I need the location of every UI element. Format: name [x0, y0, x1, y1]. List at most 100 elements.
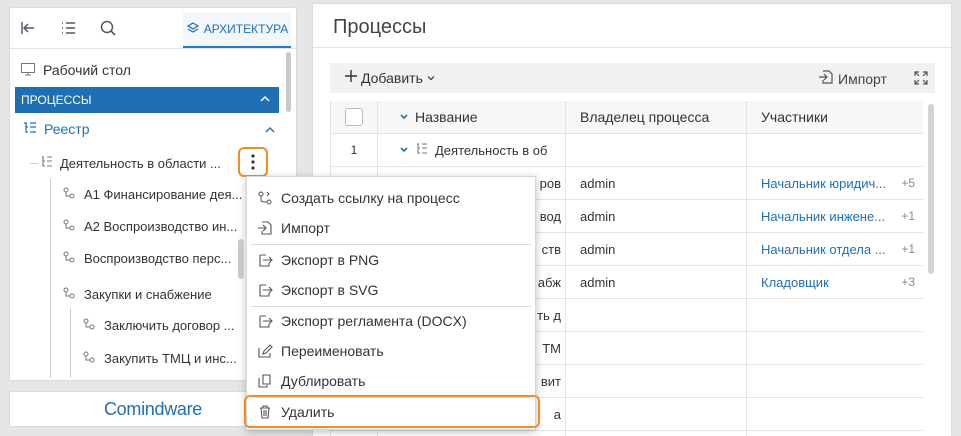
column-header-label: Участники	[761, 109, 828, 125]
menu-item-create-link[interactable]: Создать ссылку на процесс	[247, 183, 535, 213]
duplicate-icon	[257, 373, 273, 389]
collapse-left-icon[interactable]	[16, 16, 40, 40]
processes-header[interactable]: ПРОЦЕССЫ	[15, 87, 279, 113]
rename-icon	[257, 343, 273, 359]
menu-item-rename[interactable]: Переименовать	[247, 336, 535, 366]
export-icon	[257, 313, 273, 329]
row-participants: Начальник юридич... +5	[746, 167, 923, 199]
row-participants: Начальник отдела ... +1	[746, 233, 923, 265]
menu-item-label: Создать ссылку на процесс	[281, 190, 460, 206]
processes-header-label: ПРОЦЕССЫ	[21, 93, 92, 107]
import-button[interactable]: Импорт	[818, 69, 887, 88]
tree-item-label: Воспроизводство перс...	[84, 250, 232, 266]
table-row[interactable]: 1 Деятельность в об	[331, 134, 923, 167]
monitor-icon	[20, 61, 36, 80]
menu-item-export-docx[interactable]: Экспорт регламента (DOCX)	[247, 306, 535, 336]
add-button-label: Добавить	[361, 69, 423, 86]
column-header-participants[interactable]: Участники	[746, 101, 923, 133]
row-owner: admin	[580, 175, 616, 191]
search-icon[interactable]	[96, 16, 120, 40]
process-icon	[82, 350, 96, 367]
row-participants: Кладовщик +3	[746, 266, 923, 298]
more-participants-count[interactable]: +1	[901, 242, 915, 256]
link-process-icon	[257, 190, 273, 206]
process-icon	[82, 317, 96, 334]
tab-architecture-label: АРХИТЕКТУРА	[203, 22, 289, 36]
import-icon	[818, 69, 834, 88]
menu-item-label: Экспорт регламента (DOCX)	[281, 313, 467, 329]
row-owner: admin	[580, 241, 616, 257]
menu-item-label: Переименовать	[281, 343, 384, 359]
tree-item[interactable]: Закупить ТМЦ и инс...	[82, 343, 248, 373]
column-header-label: Название	[415, 109, 478, 125]
menu-item-label: Дублировать	[281, 373, 366, 389]
tree-item-label: Заключить договор ...	[104, 317, 235, 333]
participant-link[interactable]: Начальник инжене...	[761, 209, 885, 224]
list-icon[interactable]	[56, 16, 80, 40]
participant-link[interactable]: Кладовщик	[761, 275, 829, 290]
kebab-menu-icon	[251, 154, 255, 173]
delete-highlight	[244, 395, 540, 428]
tree-item-label: Закупить ТМЦ и инс...	[104, 350, 237, 366]
tree-item[interactable]: Деятельность в области ...	[40, 148, 240, 178]
left-toolbar: АРХИТЕКТУРА	[10, 8, 296, 49]
menu-item-duplicate[interactable]: Дублировать	[247, 366, 535, 396]
more-options-button[interactable]	[238, 147, 268, 177]
sidebar-item-desktop[interactable]: Рабочий стол	[20, 55, 296, 85]
row-owner: admin	[580, 208, 616, 224]
row-participants: Начальник инжене... +1	[746, 200, 923, 232]
process-icon	[62, 250, 76, 267]
tree-item[interactable]: А1 Финансирование дея...	[62, 179, 248, 209]
tree-item-label: А2 Воспроизводство ин...	[84, 218, 238, 234]
participant-link[interactable]: Начальник юридич...	[761, 176, 886, 191]
column-header-label: Владелец процесса	[580, 109, 710, 125]
chevron-down-icon[interactable]	[399, 143, 409, 158]
chevron-up-icon	[259, 93, 271, 108]
export-icon	[257, 252, 273, 268]
add-button[interactable]: Добавить	[344, 69, 436, 86]
sidebar-item-registry[interactable]: Реестр	[22, 114, 275, 144]
export-icon	[257, 282, 273, 298]
process-icon	[62, 186, 76, 203]
tree-item[interactable]: Закупки и снабжение	[62, 279, 248, 309]
column-header-owner[interactable]: Владелец процесса	[565, 101, 746, 133]
tree-icon	[40, 155, 54, 172]
sidebar-item-label: Рабочий стол	[43, 62, 131, 78]
context-menu: Создать ссылку на процесс Импорт Экспорт…	[238, 176, 536, 430]
tree-item-label: Деятельность в области ...	[60, 155, 221, 171]
row-owner: admin	[580, 274, 616, 290]
row-name: Деятельность в об	[435, 142, 548, 158]
tree-icon	[415, 142, 429, 159]
menu-scrollbar[interactable]	[238, 239, 244, 279]
page-title: Процессы	[333, 16, 427, 38]
chevron-down-icon	[399, 109, 409, 125]
import-button-label: Импорт	[838, 70, 887, 87]
row-number: 1	[350, 143, 358, 157]
more-participants-count[interactable]: +5	[901, 176, 915, 190]
tree-item[interactable]: Воспроизводство перс...	[62, 243, 248, 273]
tree-item[interactable]: Заключить договор ...	[82, 310, 248, 340]
tree-item-label: Закупки и снабжение	[84, 286, 212, 302]
column-header-name[interactable]: Название	[377, 101, 565, 133]
process-icon	[62, 286, 76, 303]
menu-item-import[interactable]: Импорт	[247, 213, 535, 243]
chevron-down-icon	[426, 70, 436, 86]
more-participants-count[interactable]: +1	[901, 209, 915, 223]
menu-item-label: Экспорт в SVG	[281, 282, 379, 298]
select-all-checkbox[interactable]	[331, 101, 377, 133]
import-icon	[257, 220, 273, 236]
tree-icon	[22, 120, 38, 139]
more-participants-count[interactable]: +3	[901, 275, 915, 289]
grid-scrollbar[interactable]	[928, 104, 934, 274]
menu-item-export-svg[interactable]: Экспорт в SVG	[247, 275, 535, 305]
chevron-up-icon	[264, 123, 276, 139]
menu-item-label: Импорт	[281, 220, 330, 236]
tree-item[interactable]: А2 Воспроизводство ин...	[62, 211, 248, 241]
layers-icon	[186, 21, 200, 38]
participant-link[interactable]: Начальник отдела ...	[761, 242, 886, 257]
grid-toolbar: Добавить Импорт	[330, 63, 935, 93]
sidebar-scrollbar[interactable]	[286, 52, 291, 112]
expand-icon[interactable]	[913, 70, 929, 86]
menu-item-export-png[interactable]: Экспорт в PNG	[247, 245, 535, 275]
tab-architecture[interactable]: АРХИТЕКТУРА	[183, 12, 291, 48]
